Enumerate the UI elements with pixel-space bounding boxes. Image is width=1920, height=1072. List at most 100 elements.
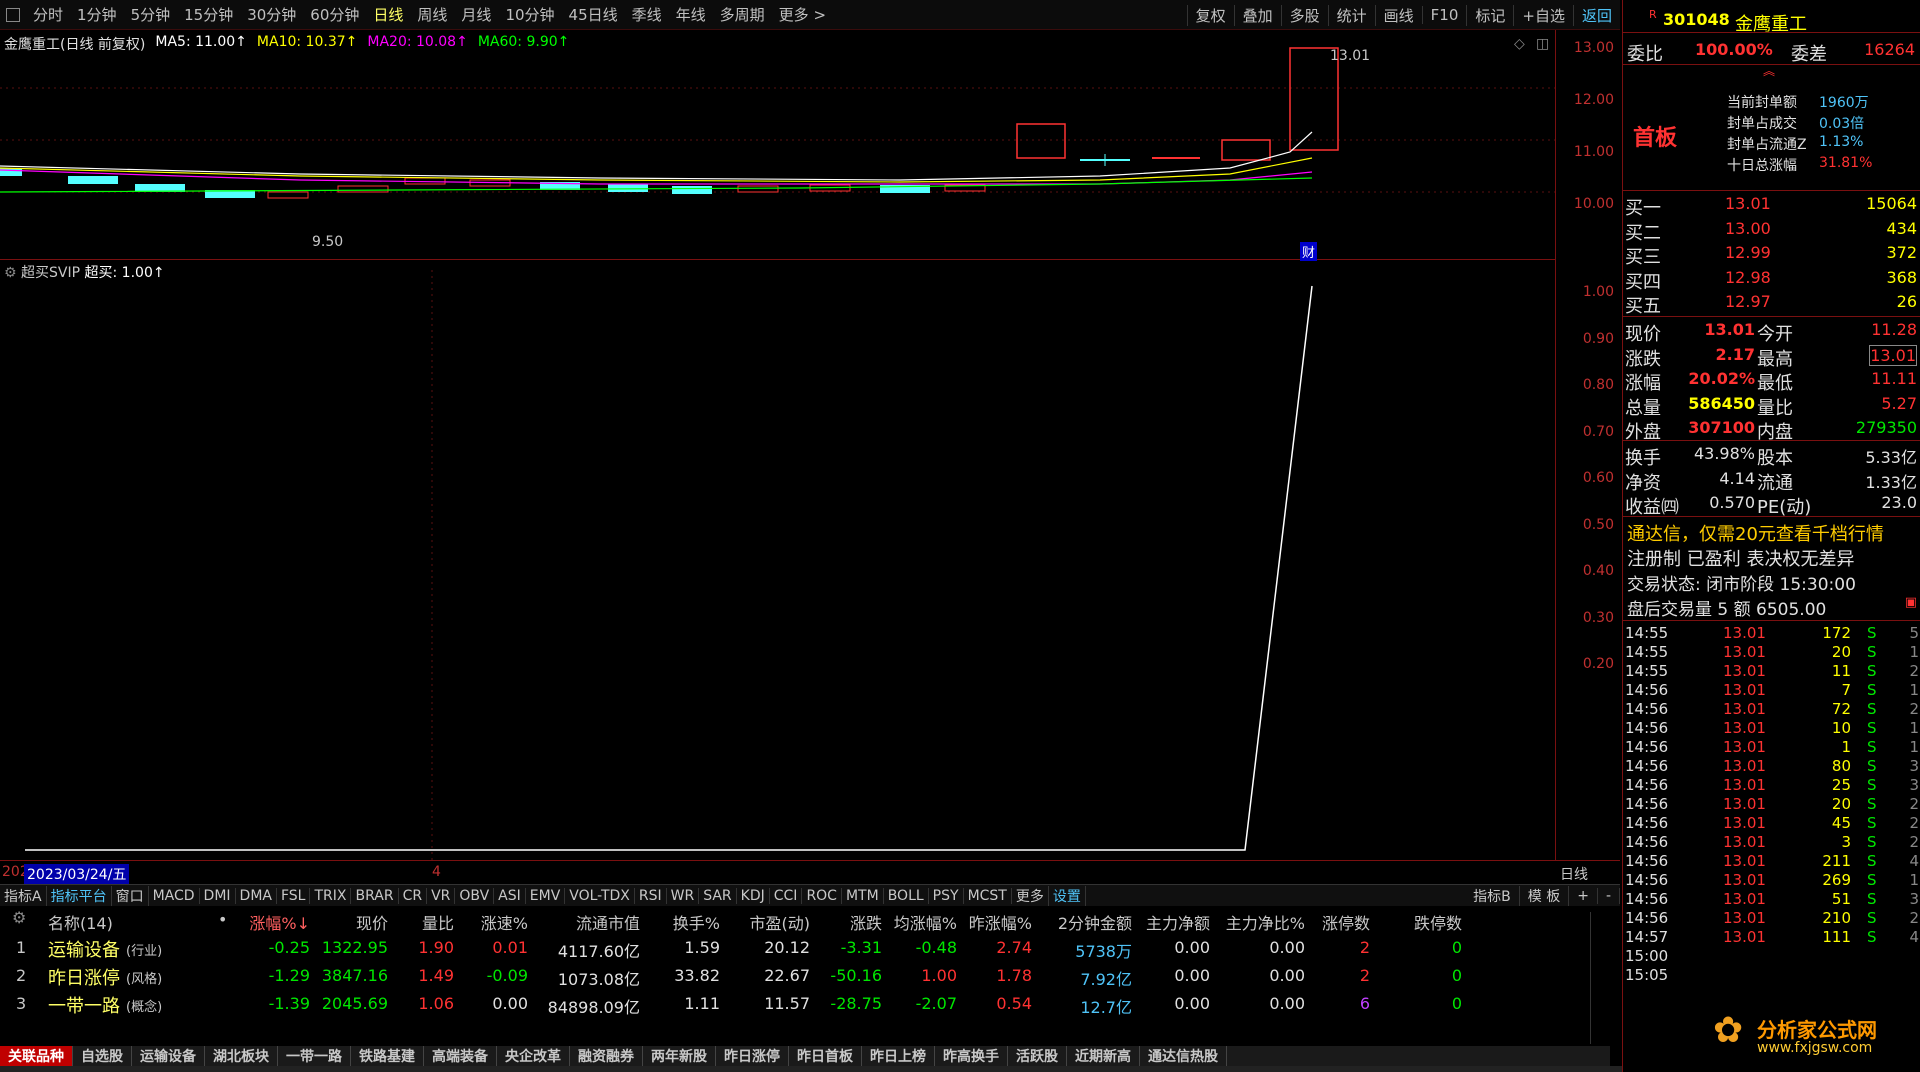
column-header-6[interactable]: 换手% <box>640 910 720 934</box>
period-tab-2[interactable]: 5分钟 <box>124 4 178 25</box>
indicator-chart[interactable]: ⚙ 超买SVIP 超买: 1.00↑ <box>0 260 1555 860</box>
indicator-tab-9[interactable]: CR <box>399 887 428 904</box>
period-tab-5[interactable]: 60分钟 <box>303 4 366 25</box>
period-tab-10[interactable]: 45日线 <box>562 4 625 25</box>
indicator-tab-20[interactable]: ROC <box>802 887 842 904</box>
sector-tab-7[interactable]: 央企改革 <box>497 1046 570 1066</box>
column-header-15[interactable]: 跌停数 <box>1380 910 1462 934</box>
tool-button-8[interactable]: 返回 <box>1572 4 1620 26</box>
column-header-2[interactable]: 现价 <box>298 910 388 934</box>
column-header-13[interactable]: 主力净比% <box>1195 910 1305 934</box>
sector-tab-3[interactable]: 湖北板块 <box>205 1046 278 1066</box>
column-header-3[interactable]: 量比 <box>378 910 454 934</box>
sector-tab-12[interactable]: 昨日上榜 <box>862 1046 935 1066</box>
tool-button-3[interactable]: 统计 <box>1327 4 1375 26</box>
column-header-5[interactable]: 流通市值 <box>520 910 640 934</box>
tool-button-1[interactable]: 叠加 <box>1233 4 1281 26</box>
sector-tab-5[interactable]: 铁路基建 <box>351 1046 424 1066</box>
sector-tab-6[interactable]: 高端装备 <box>424 1046 497 1066</box>
sector-tab-10[interactable]: 昨日涨停 <box>716 1046 789 1066</box>
sector-name[interactable]: 运输设备 <box>48 936 120 962</box>
table-row[interactable]: 3 一带一路 (概念) -1.39 2045.69 1.06 0.00 84898.09亿 1.… <box>0 994 1590 1022</box>
tool-button-0[interactable]: 复权 <box>1186 4 1234 26</box>
period-tab-1[interactable]: 1分钟 <box>70 4 124 25</box>
period-tab-3[interactable]: 15分钟 <box>177 4 240 25</box>
column-header-4[interactable]: 涨速% <box>448 910 528 934</box>
indicator-tab-16[interactable]: WR <box>667 887 700 904</box>
sector-name[interactable]: 昨日涨停 <box>48 964 120 990</box>
indicator-tab-18[interactable]: KDJ <box>737 887 770 904</box>
period-tab-12[interactable]: 年线 <box>669 4 713 25</box>
indicator-tab-3[interactable]: MACD <box>149 887 200 904</box>
sector-tab-16[interactable]: 通达信热股 <box>1140 1046 1227 1066</box>
indicator-right-tab-3[interactable]: - <box>1598 888 1620 904</box>
window-menu-icon[interactable] <box>6 7 20 22</box>
indicator-settings-icon[interactable]: ⚙ <box>4 265 17 281</box>
sector-tab-14[interactable]: 活跃股 <box>1008 1046 1067 1066</box>
bid-row[interactable]: 买一 13.01 15064 <box>1623 194 1920 219</box>
financial-marker[interactable]: 财 <box>1300 242 1318 261</box>
tool-button-7[interactable]: +自选 <box>1513 4 1573 26</box>
diamond-icon[interactable]: ◇ <box>1514 36 1525 52</box>
tool-button-4[interactable]: 画线 <box>1374 4 1422 26</box>
column-header-0[interactable]: 名称(14) <box>48 910 113 934</box>
column-header-10[interactable]: 昨涨幅% <box>940 910 1032 934</box>
indicator-tab-6[interactable]: FSL <box>277 887 311 904</box>
period-tab-0[interactable]: 分时 <box>26 4 70 25</box>
tool-button-2[interactable]: 多股 <box>1280 4 1328 26</box>
period-tab-8[interactable]: 月线 <box>454 4 498 25</box>
sector-tab-13[interactable]: 昨高换手 <box>935 1046 1008 1066</box>
indicator-tab-25[interactable]: 更多 <box>1012 885 1049 906</box>
column-header-14[interactable]: 涨停数 <box>1290 910 1370 934</box>
indicator-tab-17[interactable]: SAR <box>699 887 737 904</box>
indicator-tab-13[interactable]: EMV <box>526 887 566 904</box>
indicator-tab-22[interactable]: BOLL <box>884 887 929 904</box>
calendar-icon[interactable]: ▣ <box>1905 595 1917 610</box>
sector-tab-1[interactable]: 自选股 <box>73 1046 132 1066</box>
indicator-right-tab-2[interactable]: + <box>1569 888 1598 904</box>
sector-tab-0[interactable]: 关联品种 <box>0 1046 73 1066</box>
sector-tab-8[interactable]: 融资融券 <box>570 1046 643 1066</box>
period-tab-6[interactable]: 日线 <box>366 4 410 25</box>
indicator-tab-21[interactable]: MTM <box>842 887 884 904</box>
indicator-tab-12[interactable]: ASI <box>494 887 526 904</box>
indicator-tab-26[interactable]: 设置 <box>1049 885 1086 906</box>
period-tab-13[interactable]: 多周期 <box>713 4 772 25</box>
sector-tab-11[interactable]: 昨日首板 <box>789 1046 862 1066</box>
indicator-tab-10[interactable]: VR <box>427 887 456 904</box>
period-tab-9[interactable]: 10分钟 <box>498 4 561 25</box>
sector-name[interactable]: 一带一路 <box>48 992 120 1018</box>
indicator-tab-1[interactable]: 指标平台 <box>47 885 112 906</box>
sector-tab-15[interactable]: 近期新高 <box>1067 1046 1140 1066</box>
bid-row[interactable]: 买五 12.97 26 <box>1623 292 1920 317</box>
indicator-tab-4[interactable]: DMI <box>200 887 236 904</box>
upgrade-ad[interactable]: 通达信，仅需20元查看千档行情 <box>1627 520 1884 546</box>
period-tab-4[interactable]: 30分钟 <box>240 4 303 25</box>
indicator-tab-2[interactable]: 窗口 <box>112 885 149 906</box>
sector-tab-9[interactable]: 两年新股 <box>643 1046 716 1066</box>
indicator-tab-15[interactable]: RSI <box>635 887 667 904</box>
indicator-right-tab-1[interactable]: 模 板 <box>1520 886 1570 906</box>
table-row[interactable]: 2 昨日涨停 (风格) -1.29 3847.16 1.49 -0.09 1073.08亿 33… <box>0 966 1590 994</box>
table-settings-icon[interactable]: ⚙ <box>12 908 26 927</box>
bid-row[interactable]: 买三 12.99 372 <box>1623 243 1920 268</box>
indicator-tab-24[interactable]: MCST <box>964 887 1012 904</box>
period-tab-14[interactable]: 更多 > <box>772 4 833 25</box>
bid-row[interactable]: 买四 12.98 368 <box>1623 268 1920 293</box>
indicator-tab-0[interactable]: 指标A <box>0 885 47 906</box>
sector-tab-2[interactable]: 运输设备 <box>132 1046 205 1066</box>
indicator-tab-19[interactable]: CCI <box>770 887 803 904</box>
tool-button-5[interactable]: F10 <box>1421 6 1467 24</box>
table-row[interactable]: 1 运输设备 (行业) -0.25 1322.95 1.90 0.01 4117.60亿 1.5… <box>0 938 1590 966</box>
panel-toggle-icon[interactable]: ◫ <box>1536 36 1549 52</box>
tool-button-6[interactable]: 标记 <box>1466 4 1513 26</box>
indicator-tab-11[interactable]: OBV <box>455 887 495 904</box>
indicator-tab-5[interactable]: DMA <box>236 887 277 904</box>
collapse-chevron-icon[interactable]: ︽ <box>1763 62 1775 79</box>
period-tab-11[interactable]: 季线 <box>625 4 669 25</box>
indicator-right-tab-0[interactable]: 指标B <box>1465 886 1520 906</box>
bid-row[interactable]: 买二 13.00 434 <box>1623 219 1920 244</box>
indicator-tab-7[interactable]: TRIX <box>310 887 352 904</box>
kline-chart[interactable]: 金鹰重工(日线 前复权) MA5: 11.00↑ MA10: 10.37↑ MA… <box>0 30 1555 261</box>
period-tab-7[interactable]: 周线 <box>410 4 454 25</box>
